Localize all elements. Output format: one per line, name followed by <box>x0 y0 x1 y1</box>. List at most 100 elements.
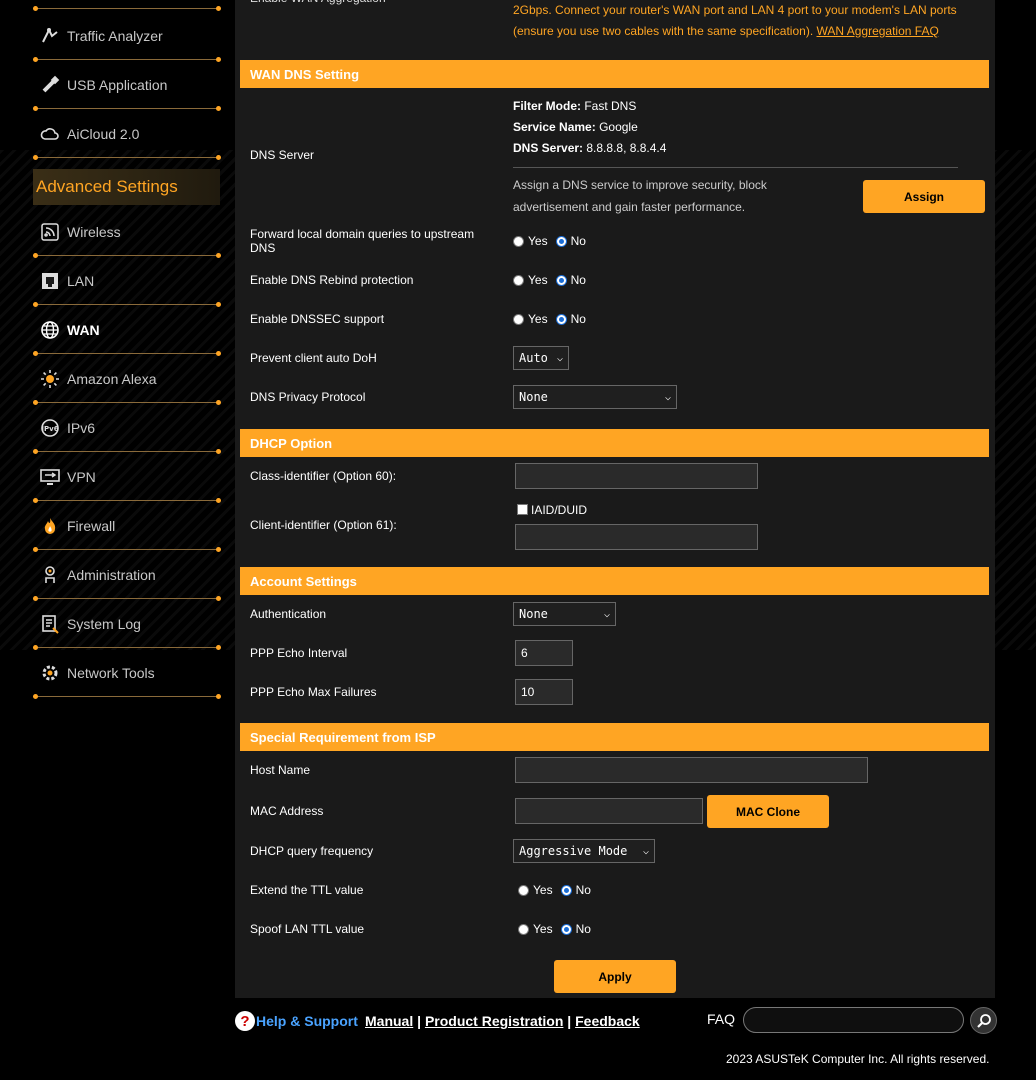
sidebar-item-traffic-analyzer[interactable]: Traffic Analyzer <box>33 12 221 62</box>
client-identifier-input[interactable] <box>515 524 758 550</box>
section-wan-dns: WAN DNS Setting <box>240 60 989 88</box>
dns-privacy-label: DNS Privacy Protocol <box>250 390 366 404</box>
dhcp-query-frequency-select[interactable]: Aggressive Mode ⌵ <box>513 839 655 863</box>
sidebar-advanced: Wireless LAN WAN Amazon Alexa IPv6 IPv6 … <box>33 208 221 699</box>
wan-aggregation-line1: 2Gbps. Connect your router's WAN port an… <box>513 3 957 17</box>
chevron-down-icon: ⌵ <box>603 608 610 620</box>
section-isp-requirement: Special Requirement from ISP <box>240 723 989 751</box>
extend-ttl-radios: Yes No <box>518 883 597 897</box>
faq-search-button[interactable] <box>970 1007 997 1034</box>
filter-mode-value: Fast DNS <box>584 99 637 113</box>
doh-select[interactable]: Auto ⌵ <box>513 346 569 370</box>
dns-divider <box>513 167 958 168</box>
spoof-lan-ttl-no-radio[interactable] <box>560 923 572 935</box>
dns-rebind-label: Enable DNS Rebind protection <box>250 273 414 287</box>
usb-application-icon <box>39 74 61 96</box>
sidebar-item-aicloud[interactable]: AiCloud 2.0 <box>33 110 221 160</box>
chevron-down-icon: ⌵ <box>642 845 649 857</box>
spoof-lan-ttl-label: Spoof LAN TTL value <box>250 922 365 936</box>
sidebar-item-wireless[interactable]: Wireless <box>33 208 221 258</box>
feedback-link[interactable]: Feedback <box>575 1013 640 1029</box>
dns-rebind-radios: Yes No <box>513 273 592 287</box>
mac-clone-button[interactable]: MAC Clone <box>707 795 829 828</box>
wan-aggregation-label: Enable WAN Aggregation <box>250 0 386 9</box>
search-icon <box>976 1013 991 1028</box>
firewall-icon <box>39 515 61 537</box>
sidebar-item-system-log[interactable]: System Log <box>33 600 221 650</box>
alexa-icon <box>39 368 61 390</box>
sidebar: Traffic Analyzer USB Application AiCloud… <box>33 12 221 160</box>
wan-aggregation-faq-link[interactable]: WAN Aggregation FAQ <box>817 24 939 38</box>
sidebar-item-administration[interactable]: Administration <box>33 551 221 601</box>
copyright-text: 2023 ASUSTeK Computer Inc. All rights re… <box>726 1052 990 1066</box>
chevron-down-icon: ⌵ <box>664 391 671 403</box>
section-account-settings: Account Settings <box>240 567 989 595</box>
host-name-input[interactable] <box>515 757 868 783</box>
spoof-lan-ttl-yes-radio[interactable] <box>518 923 529 935</box>
dnssec-yes-radio[interactable] <box>513 313 524 325</box>
administration-icon <box>39 564 61 586</box>
vpn-icon <box>39 466 61 488</box>
sidebar-item-ipv6[interactable]: IPv6 IPv6 <box>33 404 221 454</box>
assign-button[interactable]: Assign <box>863 180 985 213</box>
product-registration-link[interactable]: Product Registration <box>425 1013 563 1029</box>
aicloud-icon <box>39 123 61 145</box>
sidebar-item-firewall[interactable]: Firewall <box>33 502 221 552</box>
sidebar-item-amazon-alexa[interactable]: Amazon Alexa <box>33 355 221 405</box>
wan-aggregation-line2: (ensure you use two cables with the same… <box>513 24 939 38</box>
footer: ? Help & Support Manual | Product Regist… <box>235 1005 1025 1080</box>
dnssec-radios: Yes No <box>513 312 592 326</box>
forward-local-yes-radio[interactable] <box>513 235 524 247</box>
mac-address-label: MAC Address <box>250 804 324 818</box>
help-support-link[interactable]: Help & Support <box>256 1013 358 1029</box>
dhcp-query-frequency-label: DHCP query frequency <box>250 844 374 858</box>
network-tools-icon <box>39 662 61 684</box>
dns-rebind-no-radio[interactable] <box>555 274 567 286</box>
advanced-settings-header: Advanced Settings <box>33 169 220 205</box>
dnssec-no-radio[interactable] <box>555 313 567 325</box>
traffic-analyzer-icon <box>39 25 61 47</box>
sidebar-item-vpn[interactable]: VPN <box>33 453 221 503</box>
class-identifier-label: Class-identifier (Option 60): <box>250 469 397 483</box>
system-log-icon <box>39 613 61 635</box>
extend-ttl-yes-radio[interactable] <box>518 884 529 896</box>
section-dhcp-option: DHCP Option <box>240 429 989 457</box>
sidebar-item-usb-application[interactable]: USB Application <box>33 61 221 111</box>
sidebar-top-divider <box>33 6 221 11</box>
spoof-lan-ttl-radios: Yes No <box>518 922 597 936</box>
manual-link[interactable]: Manual <box>365 1013 413 1029</box>
mac-address-input[interactable] <box>515 798 703 824</box>
dns-privacy-select[interactable]: None ⌵ <box>513 385 677 409</box>
dns-rebind-yes-radio[interactable] <box>513 274 524 286</box>
extend-ttl-no-radio[interactable] <box>560 884 572 896</box>
ppp-echo-interval-label: PPP Echo Interval <box>250 646 348 660</box>
forward-local-label: Forward local domain queries to upstream… <box>250 227 475 255</box>
service-name-value: Google <box>599 120 638 134</box>
faq-label: FAQ <box>707 1011 736 1027</box>
client-identifier-label: Client-identifier (Option 61): <box>250 518 397 532</box>
lan-icon <box>39 270 61 292</box>
chevron-down-icon: ⌵ <box>556 352 563 364</box>
dns-server-label: DNS Server <box>250 148 315 162</box>
faq-search-input[interactable] <box>743 1007 964 1033</box>
main-panel: Enable WAN Aggregation 2Gbps. Connect yo… <box>235 0 995 998</box>
class-identifier-input[interactable] <box>515 463 758 489</box>
ppp-echo-interval-input[interactable]: 6 <box>515 640 573 666</box>
wan-globe-icon <box>39 319 61 341</box>
authentication-select[interactable]: None ⌵ <box>513 602 616 626</box>
ppp-echo-max-failures-input[interactable]: 10 <box>515 679 573 705</box>
help-question-icon[interactable]: ? <box>235 1011 255 1031</box>
svg-text:IPv6: IPv6 <box>41 425 58 433</box>
extend-ttl-label: Extend the TTL value <box>250 883 364 897</box>
forward-local-no-radio[interactable] <box>555 235 567 247</box>
wan-aggregation-notice: Enable WAN Aggregation 2Gbps. Connect yo… <box>250 0 983 42</box>
ppp-echo-max-failures-label: PPP Echo Max Failures <box>250 685 377 699</box>
iaid-duid-checkbox[interactable] <box>517 504 528 515</box>
dnssec-label: Enable DNSSEC support <box>250 312 385 326</box>
sidebar-item-wan[interactable]: WAN <box>33 306 221 356</box>
sidebar-item-network-tools[interactable]: Network Tools <box>33 649 221 699</box>
authentication-label: Authentication <box>250 607 327 621</box>
sidebar-item-lan[interactable]: LAN <box>33 257 221 307</box>
apply-button[interactable]: Apply <box>554 960 676 993</box>
forward-local-radios: Yes No <box>513 234 592 248</box>
